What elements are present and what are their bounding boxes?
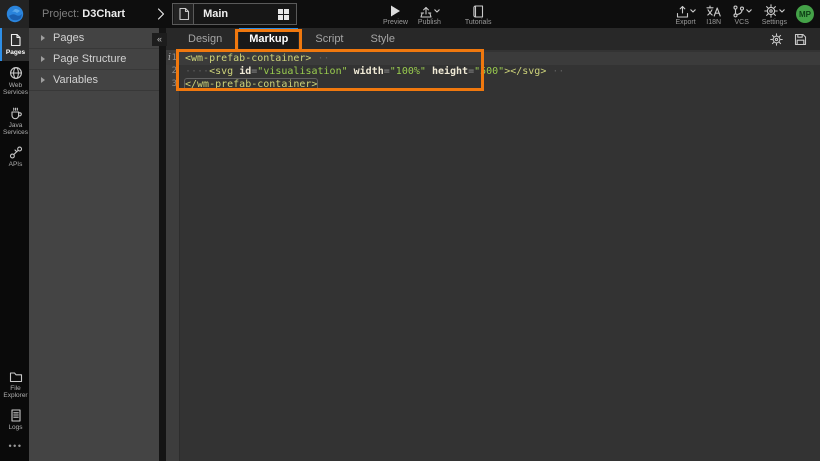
code-line[interactable]: 2 ····<svg id="visualisation" width="100%…	[166, 65, 820, 78]
logs-document-icon	[10, 408, 21, 422]
pages-panel: Pages Page Structure Variables «	[29, 28, 167, 461]
user-avatar[interactable]: MP	[796, 5, 814, 23]
editor-tab-bar: Design Markup Script Style	[166, 28, 820, 52]
i18n-label: I18N	[706, 19, 722, 26]
line-number: 3	[171, 79, 177, 89]
app-window: Project: D3Chart Main Preview Publish Tu…	[0, 0, 820, 461]
caret-right-icon	[41, 56, 45, 62]
rail-label: Web Services	[3, 81, 28, 97]
wavemaker-logo-icon	[6, 5, 23, 23]
collapse-panel-button[interactable]: «	[152, 33, 167, 46]
layout-grid-icon[interactable]	[278, 8, 290, 20]
sidebar-item-logs[interactable]: Logs	[0, 404, 29, 436]
settings-label: Settings	[761, 19, 787, 26]
gutter-info-marker[interactable]: i	[168, 52, 171, 65]
gear-icon	[764, 4, 778, 18]
sidebar-item-web-services[interactable]: Web Services	[0, 61, 29, 101]
tab-style[interactable]: Style	[361, 28, 405, 50]
rail-label: File Explorer	[3, 384, 28, 400]
preview-label: Preview	[383, 19, 408, 26]
page-icon	[174, 4, 195, 24]
code-area[interactable]: i 1 <wm-prefab-container> ·· 2 ····<svg id="…	[166, 52, 820, 91]
tab-markup[interactable]: Markup	[235, 28, 303, 52]
publish-label: Publish	[417, 19, 441, 26]
code-line[interactable]: i 1 <wm-prefab-container> ··	[166, 52, 820, 65]
panel-section-pages[interactable]: Pages	[29, 28, 159, 49]
markup-settings-gear-icon[interactable]	[770, 32, 783, 46]
play-icon	[390, 4, 401, 18]
tutorials-label: Tutorials	[464, 19, 492, 26]
breadcrumb-chevron-icon	[157, 8, 165, 20]
top-bar: Project: D3Chart Main Preview Publish Tu…	[0, 0, 820, 28]
editor-pane: Design Markup Script Style i 1 <wm-prefab-…	[166, 28, 820, 461]
project-label: Project:	[42, 8, 80, 20]
chevron-down-icon	[779, 9, 785, 13]
publish-icon	[420, 6, 432, 18]
translate-icon	[706, 4, 721, 18]
panel-section-page-structure[interactable]: Page Structure	[29, 49, 159, 70]
tab-design[interactable]: Design	[178, 28, 232, 50]
caret-right-icon	[41, 35, 45, 41]
coffee-cup-icon	[10, 107, 22, 119]
export-label: Export	[675, 19, 696, 26]
panel-section-variables[interactable]: Variables	[29, 70, 159, 91]
settings-button[interactable]: Settings	[757, 0, 792, 28]
page-tab-label: Main	[203, 8, 229, 20]
project-name: D3Chart	[82, 8, 126, 20]
code-text: ····<svg id="visualisation" width="100%"…	[185, 66, 565, 77]
chevron-down-icon	[689, 9, 696, 13]
vcs-button[interactable]: VCS	[727, 0, 757, 28]
rail-label: Logs	[8, 423, 23, 431]
chevron-down-icon	[745, 9, 752, 13]
panel-section-label: Variables	[53, 74, 99, 86]
project-breadcrumb: Project: D3Chart	[42, 8, 125, 20]
left-icon-rail: Pages Web Services Java Services APIs Fi…	[0, 28, 29, 461]
save-icon[interactable]	[794, 33, 807, 46]
preview-button[interactable]: Preview	[378, 0, 413, 28]
tab-script[interactable]: Script	[305, 28, 353, 50]
code-text: </wm-prefab-container>	[183, 78, 319, 91]
vcs-label: VCS	[734, 19, 749, 26]
code-line[interactable]: 3 </wm-prefab-container>	[166, 78, 820, 91]
topbar-right-actions: Export I18N VCS Settings MP	[670, 0, 814, 28]
page-tab-main[interactable]: Main	[172, 3, 298, 25]
wavemaker-logo[interactable]	[0, 0, 29, 28]
topbar-center-actions: Preview Publish Tutorials	[378, 0, 496, 28]
caret-right-icon	[41, 77, 45, 83]
branch-icon	[733, 5, 744, 17]
api-connector-icon	[9, 146, 22, 158]
globe-icon	[9, 66, 22, 79]
line-number-gutter	[166, 50, 180, 461]
folder-icon	[9, 371, 22, 382]
rail-label: Pages	[5, 49, 26, 56]
rail-label: Java Services	[3, 121, 28, 137]
sidebar-item-java-services[interactable]: Java Services	[0, 101, 29, 141]
export-icon	[676, 5, 688, 18]
panel-resize-handle[interactable]	[159, 28, 166, 461]
panel-section-label: Page Structure	[53, 53, 127, 65]
code-editor[interactable]: i 1 <wm-prefab-container> ·· 2 ····<svg id="…	[166, 50, 820, 461]
rail-label: APIs	[8, 160, 23, 168]
i18n-button[interactable]: I18N	[701, 0, 727, 28]
sidebar-item-file-explorer[interactable]: File Explorer	[0, 366, 29, 404]
export-button[interactable]: Export	[670, 0, 700, 28]
publish-button[interactable]: Publish	[413, 0, 446, 28]
sidebar-item-pages[interactable]: Pages	[0, 28, 29, 61]
tutorials-button[interactable]: Tutorials	[460, 0, 497, 28]
chevron-down-icon	[434, 9, 440, 13]
line-number: 2	[171, 66, 177, 76]
sidebar-item-apis[interactable]: APIs	[0, 141, 29, 173]
panel-section-label: Pages	[53, 32, 85, 44]
code-text: <wm-prefab-container> ··	[185, 53, 330, 64]
more-options-button[interactable]: •••	[0, 435, 29, 461]
pages-icon	[10, 33, 21, 47]
tutorials-book-icon	[472, 4, 484, 18]
